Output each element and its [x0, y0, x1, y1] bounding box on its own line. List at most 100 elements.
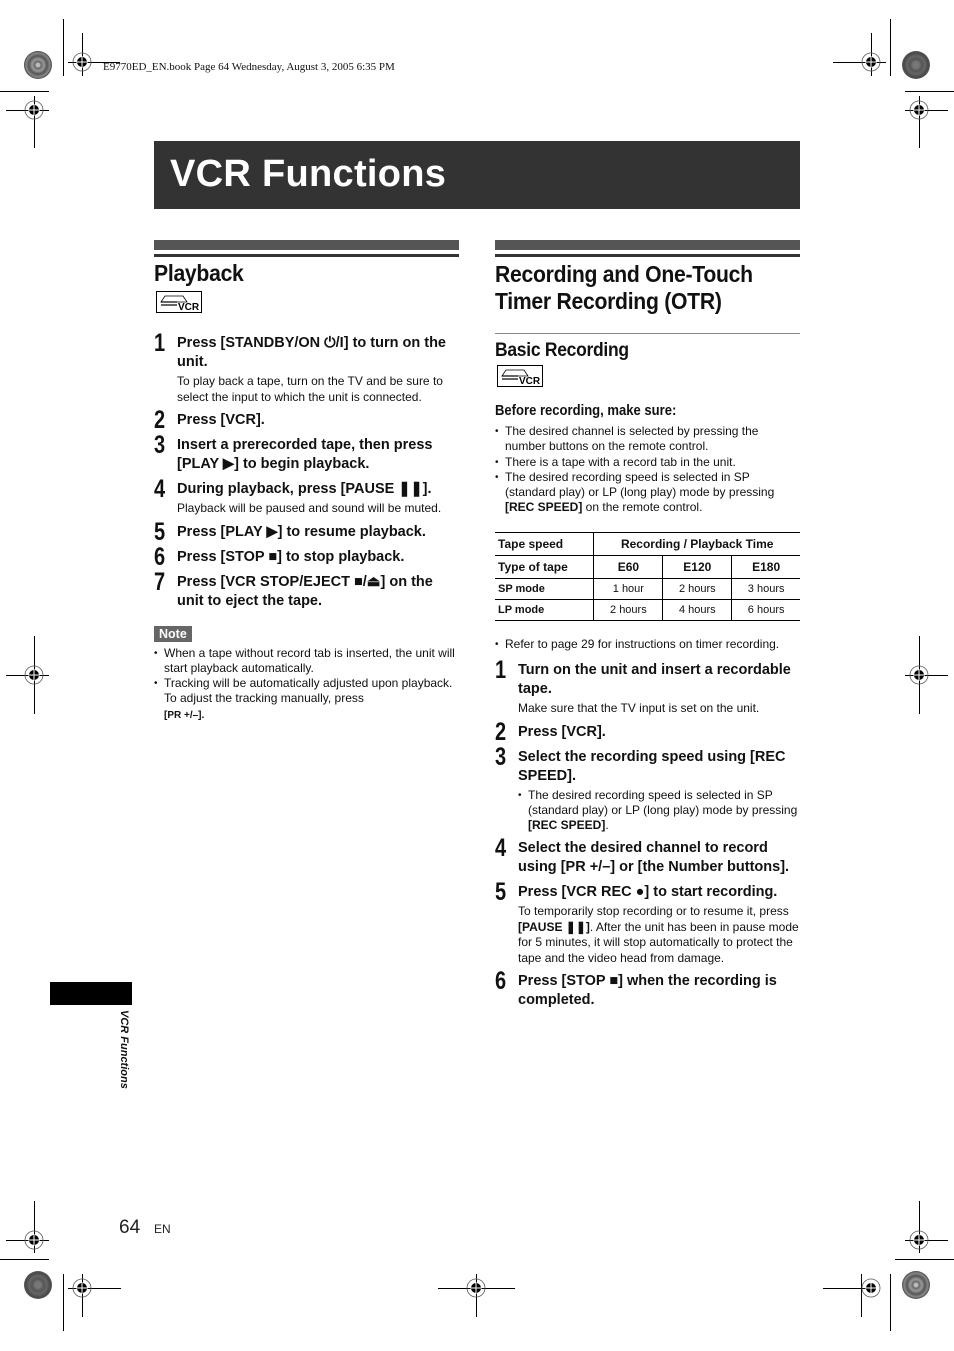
registration-mark-icon [24, 665, 44, 685]
recording-step: 5 Press [VCR REC ●] to start recording. … [495, 878, 800, 966]
before-item: The desired recording speed is selected … [495, 470, 800, 516]
step-number: 3 [154, 431, 166, 459]
table-cell: SP mode [495, 578, 594, 600]
section-bar [495, 240, 800, 250]
registration-mark-icon [861, 1278, 881, 1298]
tape-speed-table: Tape speed Recording / Playback Time Typ… [495, 531, 800, 621]
registration-mark-icon [24, 100, 44, 120]
recording-section: Recording and One-Touch Timer Recording … [495, 240, 800, 1016]
table-header-row: Tape speed Recording / Playback Time [495, 531, 800, 556]
step-text: Select the desired channel to record usi… [518, 840, 790, 876]
registration-disc-icon [24, 51, 52, 79]
step-number: 1 [495, 656, 507, 685]
note-badge: Note [154, 625, 192, 642]
table-header-cell: E120 [662, 555, 732, 579]
table-cell: 2 hours [593, 599, 663, 621]
table-header-cell: E180 [731, 555, 800, 579]
playback-title: Playback [154, 260, 244, 286]
note-list: When a tape without record tab is insert… [154, 646, 459, 723]
page-title-bar: VCR Functions [154, 141, 800, 209]
step-note: Playback will be paused and sound will b… [177, 501, 442, 515]
crop-line [63, 1274, 64, 1331]
section-bar [154, 240, 459, 250]
vcr-icon: VCR [156, 291, 202, 313]
svg-text:VCR: VCR [178, 302, 200, 313]
section-rule [154, 254, 459, 257]
step-number: 7 [154, 567, 166, 596]
crop-line [890, 1274, 891, 1331]
registration-mark-icon [909, 100, 929, 120]
note-item: Tracking will be automatically adjusted … [154, 676, 459, 723]
step-text: Turn on the unit and insert a recordable… [518, 662, 791, 698]
recording-step: 2 Press [VCR]. [495, 718, 800, 746]
note-item: When a tape without record tab is insert… [154, 646, 459, 677]
basic-recording-title: Basic Recording [495, 340, 629, 361]
table-cell: LP mode [495, 599, 594, 621]
step-bullets: The desired recording speed is selected … [518, 788, 800, 834]
side-tab-marker [50, 982, 132, 1005]
playback-step: 7 Press [VCR STOP/EJECT ■/⏏] on the unit… [154, 568, 459, 611]
before-item: The desired channel is selected by press… [495, 424, 800, 455]
step-text: Press [VCR REC ●] to start recording. [518, 884, 778, 901]
step-note: To temporarily stop recording or to resu… [518, 904, 799, 965]
registration-mark-icon [466, 1278, 486, 1298]
step-note: Make sure that the TV input is set on th… [518, 701, 760, 716]
table-header-cell: E60 [593, 555, 663, 579]
step-text: Press [VCR]. [518, 723, 606, 740]
table-row: LP mode 2 hours 4 hours 6 hours [495, 599, 800, 621]
print-header: E9770ED_EN.book Page 64 Wednesday, Augus… [103, 61, 395, 73]
registration-mark-icon [24, 1230, 44, 1250]
registration-mark-icon [861, 52, 881, 72]
step-text: Press [STANDBY/ON ⏻/I] to turn on the un… [177, 335, 446, 370]
recording-title: Recording and One-Touch Timer Recording … [495, 261, 753, 314]
before-item: There is a tape with a record tab in the… [495, 455, 800, 471]
step-number: 5 [495, 878, 507, 907]
refer-note: Refer to page 29 for instructions on tim… [495, 637, 800, 653]
crop-line [0, 1259, 49, 1260]
step-text: Insert a prerecorded tape, then press [P… [177, 437, 433, 472]
crop-line [890, 19, 891, 76]
step-note: To play back a tape, turn on the TV and … [177, 374, 443, 404]
before-list: The desired channel is selected by press… [495, 424, 800, 516]
step-number: 4 [495, 834, 507, 863]
table-header-cell: Recording / Playback Time [593, 531, 800, 556]
playback-step: 1 Press [STANDBY/ON ⏻/I] to turn on the … [154, 329, 459, 405]
step-number: 1 [154, 329, 166, 357]
registration-mark-icon [72, 52, 92, 72]
playback-step: 5 Press [PLAY ▶] to resume playback. [154, 518, 459, 546]
step-number: 4 [154, 475, 166, 503]
page-number: 64 [119, 1217, 141, 1238]
step-text: During playback, press [PAUSE ❚❚]. [177, 481, 432, 497]
step-text: Press [STOP ■] to stop playback. [177, 548, 405, 565]
step-text: Press [STOP ■] when the recording is com… [518, 973, 777, 1009]
playback-step: 6 Press [STOP ■] to stop playback. [154, 543, 459, 571]
recording-step: 6 Press [STOP ■] when the recording is c… [495, 967, 800, 1010]
table-header-cell: Tape speed [495, 531, 594, 556]
registration-disc-icon [24, 1271, 52, 1299]
playback-step: 4 During playback, press [PAUSE ❚❚]. Pla… [154, 475, 459, 517]
step-bullet: The desired recording speed is selected … [518, 788, 800, 834]
recording-step: 3 Select the recording speed using [REC … [495, 743, 800, 834]
table-cell: 2 hours [662, 578, 732, 600]
step-text: Press [VCR STOP/EJECT ■/⏏] on the unit t… [177, 573, 433, 609]
step-text: Select the recording speed using [REC SP… [518, 748, 786, 784]
page-title: VCR Functions [170, 153, 447, 195]
playback-section: Playback VCR 1 Press [STANDBY/ON ⏻/I] to… [154, 240, 459, 723]
before-recording-label: Before recording, make sure: [495, 403, 677, 419]
subsection-rule [495, 333, 800, 334]
registration-mark-icon [909, 1230, 929, 1250]
table-cell: 1 hour [593, 578, 663, 600]
recording-step: 1 Turn on the unit and insert a recordab… [495, 656, 800, 717]
table-header-row: Type of tape E60 E120 E180 [495, 555, 800, 579]
table-cell: 3 hours [731, 578, 800, 600]
crop-line [895, 1259, 954, 1260]
registration-mark-icon [909, 665, 929, 685]
page-language: EN [154, 1222, 171, 1236]
step-text: Press [VCR]. [177, 412, 265, 428]
refer-list: Refer to page 29 for instructions on tim… [495, 637, 800, 653]
registration-disc-icon [902, 1271, 930, 1299]
recording-step: 4 Select the desired channel to record u… [495, 834, 800, 877]
vcr-icon: VCR [497, 365, 543, 387]
crop-line [905, 91, 954, 92]
step-number: 3 [495, 742, 507, 771]
